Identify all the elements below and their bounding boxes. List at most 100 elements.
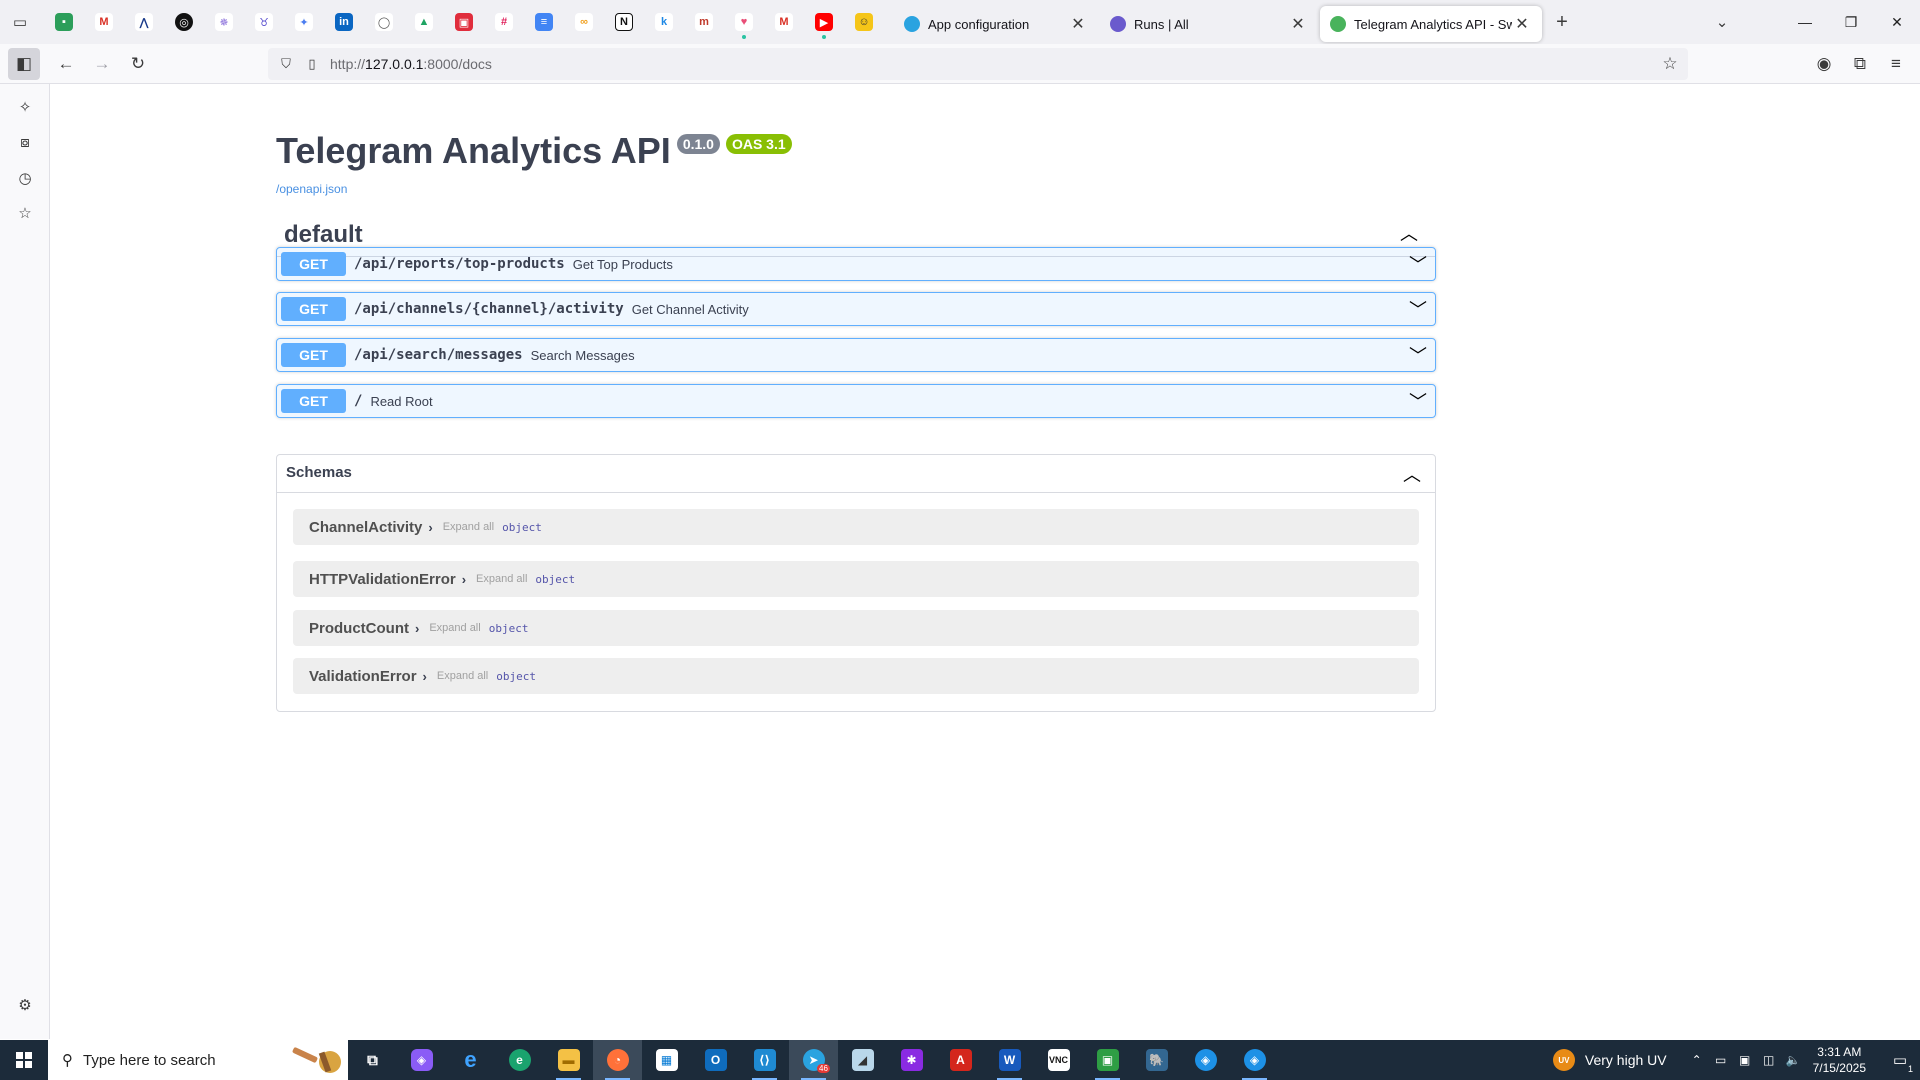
close-tab-icon[interactable]: ✕ [1512, 14, 1532, 34]
new-tab-button[interactable]: + [1542, 0, 1582, 44]
pinned-tab-1[interactable]: ▪ [44, 0, 84, 44]
close-tab-icon[interactable]: ✕ [1288, 14, 1308, 34]
openapi-spec-link[interactable]: /openapi.json [276, 182, 347, 196]
taskbar-search-box[interactable]: ⚲ Type here to search [48, 1040, 348, 1080]
taskbar-file-explorer[interactable]: ▬ [544, 1040, 593, 1080]
pinned-tab-drive[interactable]: ▲ [404, 0, 444, 44]
back-button[interactable]: ← [50, 48, 82, 80]
pinned-tab-youtube[interactable]: ▶ [804, 0, 844, 44]
pinned-tab-5[interactable]: ✵ [204, 0, 244, 44]
pinned-tab-21[interactable]: ☺ [844, 0, 884, 44]
schema-validation-error[interactable]: ValidationError › Expand all object [293, 658, 1419, 694]
close-tab-icon[interactable]: ✕ [1068, 14, 1088, 34]
pinned-tab-14[interactable]: ∞ [564, 0, 604, 44]
reload-button[interactable]: ↻ [122, 48, 154, 80]
schema-product-count[interactable]: ProductCount › Expand all object [293, 610, 1419, 646]
pinned-tab-linkedin[interactable]: in [324, 0, 364, 44]
taskbar-app-11[interactable]: ◢ [838, 1040, 887, 1080]
weather-widget[interactable]: UV Very high UV [1552, 1049, 1667, 1071]
url-bar[interactable]: ⛉ ▯ http://127.0.0.1:8000/docs ☆ [268, 48, 1688, 80]
taskbar-docker[interactable]: ◈ [1181, 1040, 1230, 1080]
chevron-down-icon[interactable]: ﹀ [1407, 253, 1429, 275]
extensions-icon[interactable]: ⧉ [1844, 48, 1876, 80]
operation-search-messages[interactable]: GET /api/search/messages Search Messages… [276, 338, 1436, 372]
pinned-tab-6[interactable]: ♉ [244, 0, 284, 44]
gear-icon[interactable]: ⚙ [14, 994, 36, 1016]
chevron-up-icon[interactable]: ⌃ [1690, 1053, 1704, 1067]
notifications-button[interactable]: ▭ 1 [1880, 1040, 1920, 1080]
ai-chat-icon[interactable]: ✧ [14, 96, 36, 118]
forward-button[interactable]: → [86, 48, 118, 80]
pinned-tab-gmail-2[interactable]: M [764, 0, 804, 44]
pinned-tab-18[interactable]: ♥ [724, 0, 764, 44]
schema-name[interactable]: ProductCount [309, 620, 409, 637]
account-icon[interactable]: ◉ [1808, 48, 1840, 80]
display-icon[interactable]: ▣ [1738, 1053, 1752, 1067]
tab-list-icon[interactable]: ▭ [0, 0, 40, 44]
operation-get-top-products[interactable]: GET /api/reports/top-products Get Top Pr… [276, 247, 1436, 281]
taskbar-firefox[interactable]: ◔ [593, 1040, 642, 1080]
chevron-up-icon[interactable]: ︿ [1398, 222, 1420, 244]
close-window-button[interactable]: ✕ [1874, 0, 1920, 44]
history-icon[interactable]: ◷ [14, 167, 36, 189]
taskbar-vnc[interactable]: VNC [1034, 1040, 1083, 1080]
pinned-tab-gmail[interactable]: M [84, 0, 124, 44]
pinned-tab-16[interactable]: k [644, 0, 684, 44]
chevron-right-icon[interactable]: › [462, 572, 466, 587]
schema-name[interactable]: ChannelActivity [309, 519, 422, 536]
restore-button[interactable]: ❐ [1828, 0, 1874, 44]
taskbar-word[interactable]: W [985, 1040, 1034, 1080]
taskbar-app-12[interactable]: ✱ [887, 1040, 936, 1080]
task-view-button[interactable]: ⧉ [348, 1040, 397, 1080]
menu-icon[interactable]: ≡ [1880, 48, 1912, 80]
chevron-up-icon[interactable]: ︿ [1401, 463, 1423, 485]
taskbar-edge[interactable]: e [495, 1040, 544, 1080]
expand-all-button[interactable]: Expand all [443, 521, 494, 533]
volume-icon[interactable]: 🔈 [1786, 1053, 1801, 1067]
tab-overflow-chevron-icon[interactable]: ⌄ [1702, 0, 1742, 44]
sidebar-toggle-icon[interactable]: ◧ [8, 47, 40, 80]
pinned-tab-gemini[interactable]: ✦ [284, 0, 324, 44]
bookmark-star-icon[interactable]: ☆ [1658, 52, 1682, 76]
schema-http-validation-error[interactable]: HTTPValidationError › Expand all object [293, 561, 1419, 597]
chevron-down-icon[interactable]: ﹀ [1407, 344, 1429, 366]
operation-read-root[interactable]: GET / Read Root ﹀ [276, 384, 1436, 418]
pinned-tab-github[interactable]: ◯ [364, 0, 404, 44]
bookmarks-icon[interactable]: ☆ [14, 202, 36, 224]
start-button[interactable] [0, 1040, 48, 1080]
pinned-tab-docs[interactable]: ≡ [524, 0, 564, 44]
taskbar-vscode[interactable]: ⟨⟩ [740, 1040, 789, 1080]
minimize-button[interactable]: — [1782, 0, 1828, 44]
schema-name[interactable]: ValidationError [309, 668, 417, 685]
operation-get-channel-activity[interactable]: GET /api/channels/{channel}/activity Get… [276, 292, 1436, 326]
expand-all-button[interactable]: Expand all [437, 670, 488, 682]
tab-swagger[interactable]: Telegram Analytics API - Swagger UI ✕ [1320, 6, 1542, 42]
pinned-tab-11[interactable]: ▣ [444, 0, 484, 44]
pinned-tab-3[interactable]: ⋀ [124, 0, 164, 44]
taskbar-telegram[interactable]: ➤ 46 [789, 1040, 838, 1080]
pinned-tab-4[interactable]: ◎ [164, 0, 204, 44]
pinned-tab-slack[interactable]: # [484, 0, 524, 44]
chevron-down-icon[interactable]: ﹀ [1407, 390, 1429, 412]
tab-runs-all[interactable]: Runs | All ✕ [1100, 6, 1318, 42]
taskbar-docker-2[interactable]: ◈ [1230, 1040, 1279, 1080]
taskbar-copilot[interactable]: ◈ [397, 1040, 446, 1080]
page-icon[interactable]: ▯ [300, 56, 324, 72]
taskbar-store[interactable]: ▦ [642, 1040, 691, 1080]
pinned-tab-17[interactable]: m [684, 0, 724, 44]
chevron-right-icon[interactable]: › [415, 621, 419, 636]
url-text[interactable]: http://127.0.0.1:8000/docs [330, 56, 492, 72]
chevron-right-icon[interactable]: › [428, 520, 432, 535]
shield-icon[interactable]: ⛉ [274, 56, 298, 72]
meet-now-icon[interactable]: ▭ [1714, 1053, 1728, 1067]
chevron-down-icon[interactable]: ﹀ [1407, 298, 1429, 320]
taskbar-outlook[interactable]: O [691, 1040, 740, 1080]
taskbar-postgres[interactable]: 🐘 [1132, 1040, 1181, 1080]
taskbar-acrobat[interactable]: A [936, 1040, 985, 1080]
expand-all-button[interactable]: Expand all [476, 573, 527, 585]
taskbar-app-16[interactable]: ▣ [1083, 1040, 1132, 1080]
taskbar-ie[interactable]: e [446, 1040, 495, 1080]
synced-tabs-icon[interactable]: ⧇ [14, 131, 36, 153]
network-icon[interactable]: ◫ [1762, 1053, 1776, 1067]
pinned-tab-notion[interactable]: N [604, 0, 644, 44]
